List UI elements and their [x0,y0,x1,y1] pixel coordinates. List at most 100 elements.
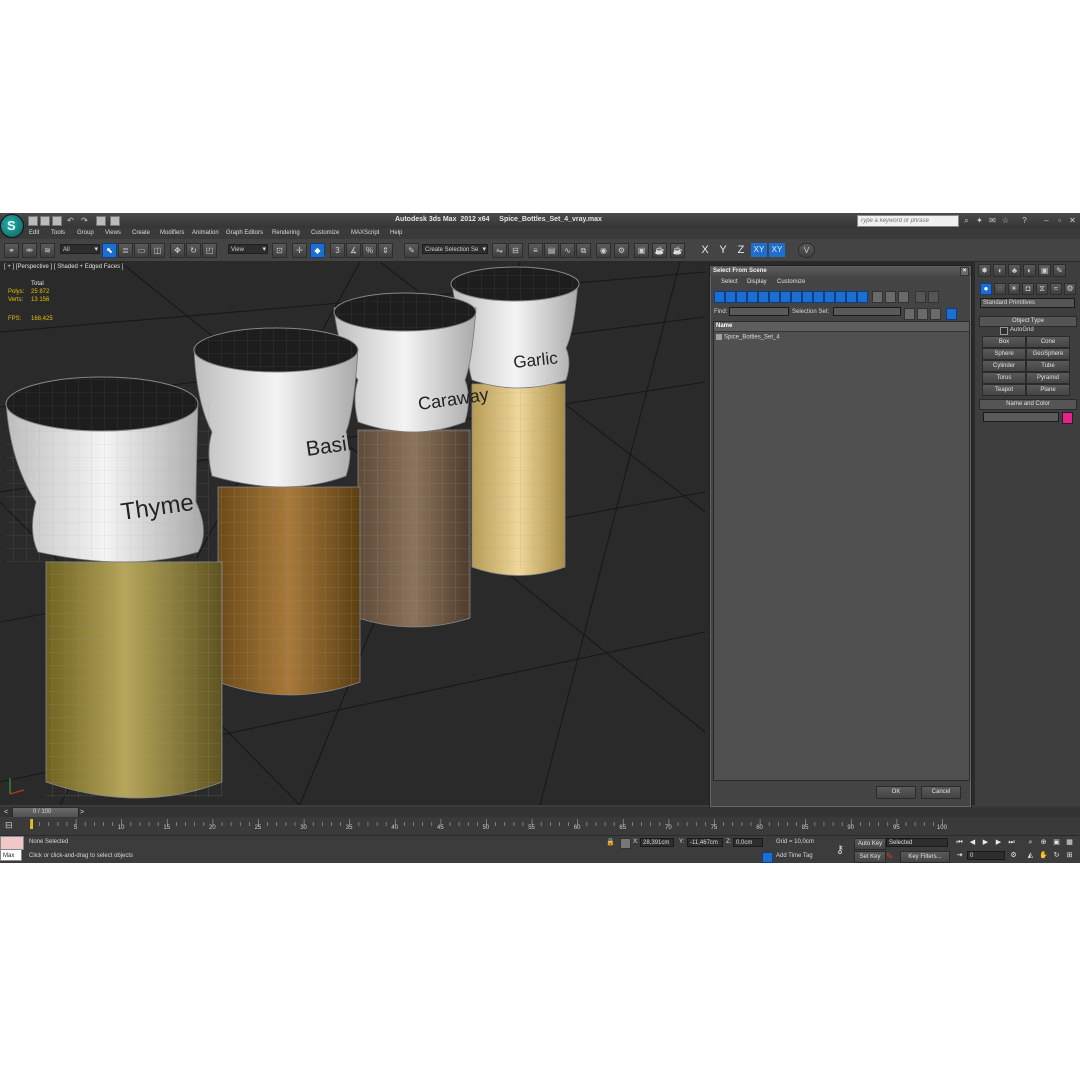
render-setup-icon[interactable]: ⚙ [614,243,629,258]
link-icon[interactable]: ⚭ [4,243,19,258]
key-icon[interactable]: ⚷ [836,843,844,856]
display-lights-icon[interactable] [736,291,747,303]
maxscript-mini-input[interactable]: Max [0,849,22,861]
favorites-icon[interactable]: ☆ [1001,216,1010,225]
add-time-tag-button[interactable]: Add Time Tag [776,853,813,859]
cone-button[interactable]: Cone [1026,336,1070,348]
key-mode-dropdown[interactable]: Selected [886,838,948,847]
hierarchy-tab-icon[interactable]: ♣ [1008,264,1021,277]
name-and-color-rollout[interactable]: Name and Color [979,399,1077,410]
menu-create[interactable]: Create [132,230,150,236]
display-frozen-icon[interactable] [824,291,835,303]
selection-set-remove-icon[interactable] [917,308,928,320]
auto-key-button[interactable]: Auto Key [854,838,886,850]
primitive-category-dropdown[interactable]: Standard Primitives [980,298,1075,308]
thyme-bottle[interactable] [5,376,223,799]
torus-button[interactable]: Torus [982,372,1026,384]
selection-set-dropdown[interactable] [833,307,901,316]
axis-z-button[interactable]: Z [733,243,749,257]
display-geometry-icon[interactable] [714,291,725,303]
viewport-label[interactable]: [ + ] [Perspective ] [ Shaded + Edged Fa… [4,264,123,270]
reference-coordinate-dropdown[interactable]: View [228,244,268,255]
zoom-all-icon[interactable]: ⊕ [1038,838,1049,847]
menu-edit[interactable]: Edit [29,230,39,236]
sphere-button[interactable]: Sphere [982,348,1026,360]
cameras-category-icon[interactable]: ◘ [1022,283,1034,295]
systems-category-icon[interactable]: ⚙ [1064,283,1076,295]
perspective-viewport[interactable]: Thyme Basil Caraway Garlic [ + ] [Perspe… [0,262,705,805]
rendered-frame-window-icon[interactable]: ▣ [634,243,649,258]
menu-help[interactable]: Help [390,230,402,236]
ok-button[interactable]: OK [876,786,916,799]
scene-object-list[interactable]: Name Spice_Bottles_Set_4 [713,321,970,781]
display-none-icon[interactable] [857,291,868,303]
graphite-ribbon-icon[interactable]: ▤ [544,243,559,258]
rectangle-selection-icon[interactable]: ▭ [134,243,149,258]
menu-maxscript[interactable]: MAXScript [351,230,379,236]
selection-set-edit-icon[interactable] [930,308,941,320]
snaps-toggle-icon[interactable]: 3 [330,243,345,258]
motion-tab-icon[interactable]: ◐ [1023,264,1036,277]
spacewarps-category-icon[interactable]: ≈ [1050,283,1062,295]
key-mode-toggle-icon[interactable]: ⇥ [954,851,965,860]
box-button[interactable]: Box [982,336,1026,348]
display-all-icon[interactable] [846,291,857,303]
select-by-name-icon[interactable]: ≣ [118,243,133,258]
dialog-menu-display[interactable]: Display [747,279,767,285]
search-input[interactable] [858,216,958,225]
previous-frame-icon[interactable]: ◀ [967,838,978,847]
bind-spacewarp-icon[interactable]: ≋ [40,243,55,258]
material-editor-icon[interactable]: ◉ [596,243,611,258]
field-of-view-icon[interactable]: ◭ [1025,851,1036,860]
axis-y-button[interactable]: Y [715,243,731,257]
selection-set-add-icon[interactable] [904,308,915,320]
dialog-menu-customize[interactable]: Customize [777,279,805,285]
axis-x-button[interactable]: X [697,243,713,257]
time-tag-icon[interactable] [762,852,773,863]
mini-curve-editor-icon[interactable]: ⊟ [5,820,17,832]
vray-logo-icon[interactable]: V [798,243,815,258]
display-bones-icon[interactable] [802,291,813,303]
column-header-name[interactable]: Name [714,322,969,332]
display-shapes-icon[interactable] [725,291,736,303]
plane-button[interactable]: Plane [1026,384,1070,396]
select-object-icon[interactable]: ⬉ [102,243,117,258]
object-color-swatch[interactable] [1062,412,1073,424]
display-spacewarps-icon[interactable] [769,291,780,303]
axis-xy-cycle-button[interactable]: XY [769,243,785,257]
select-invert-icon[interactable] [898,291,909,303]
angle-snap-icon[interactable]: ∡ [346,243,361,258]
x-coordinate-field[interactable]: 28,391cm [640,838,674,847]
maximize-viewport-icon[interactable]: ⊞ [1064,851,1075,860]
dialog-close-icon[interactable]: × [960,267,969,276]
sync-selection-icon[interactable] [946,308,957,320]
named-selection-set-dropdown[interactable]: Create Selection Se [422,244,488,255]
menu-customize[interactable]: Customize [311,230,339,236]
menu-animation[interactable]: Animation [192,230,219,236]
play-icon[interactable]: ▶ [980,838,991,847]
unlink-icon[interactable]: ⚮ [22,243,37,258]
object-name-input[interactable] [983,412,1059,422]
key-filters-button[interactable]: Key Filters... [900,851,950,863]
keyboard-shortcut-override-icon[interactable]: ◆ [310,243,325,258]
teapot-button[interactable]: Teapot [982,384,1026,396]
lights-category-icon[interactable]: ☀ [1008,283,1020,295]
display-containers-icon[interactable] [813,291,824,303]
zoom-extents-icon[interactable]: ▣ [1051,838,1062,847]
slider-left-arrow-icon[interactable]: < [4,809,8,816]
next-frame-icon[interactable]: ▶ [993,838,1004,847]
create-tab-icon[interactable]: ✸ [978,264,991,277]
time-slider[interactable]: < 0 / 100 > [0,807,1080,819]
list-item[interactable]: Spice_Bottles_Set_4 [716,334,780,341]
pan-view-icon[interactable]: ✋ [1038,851,1049,860]
find-input[interactable] [729,307,789,316]
close-icon[interactable]: ✕ [1068,216,1077,225]
set-key-pencil-icon[interactable]: ✎ [886,851,894,862]
minimize-icon[interactable]: – [1042,216,1051,225]
edit-named-selection-icon[interactable]: ✎ [404,243,419,258]
set-key-button[interactable]: Set Key [854,851,886,863]
window-crossing-icon[interactable]: ◫ [150,243,165,258]
communication-icon[interactable]: ✉ [988,216,997,225]
filter-options-icon[interactable] [928,291,939,303]
mirror-icon[interactable]: ⇋ [492,243,507,258]
